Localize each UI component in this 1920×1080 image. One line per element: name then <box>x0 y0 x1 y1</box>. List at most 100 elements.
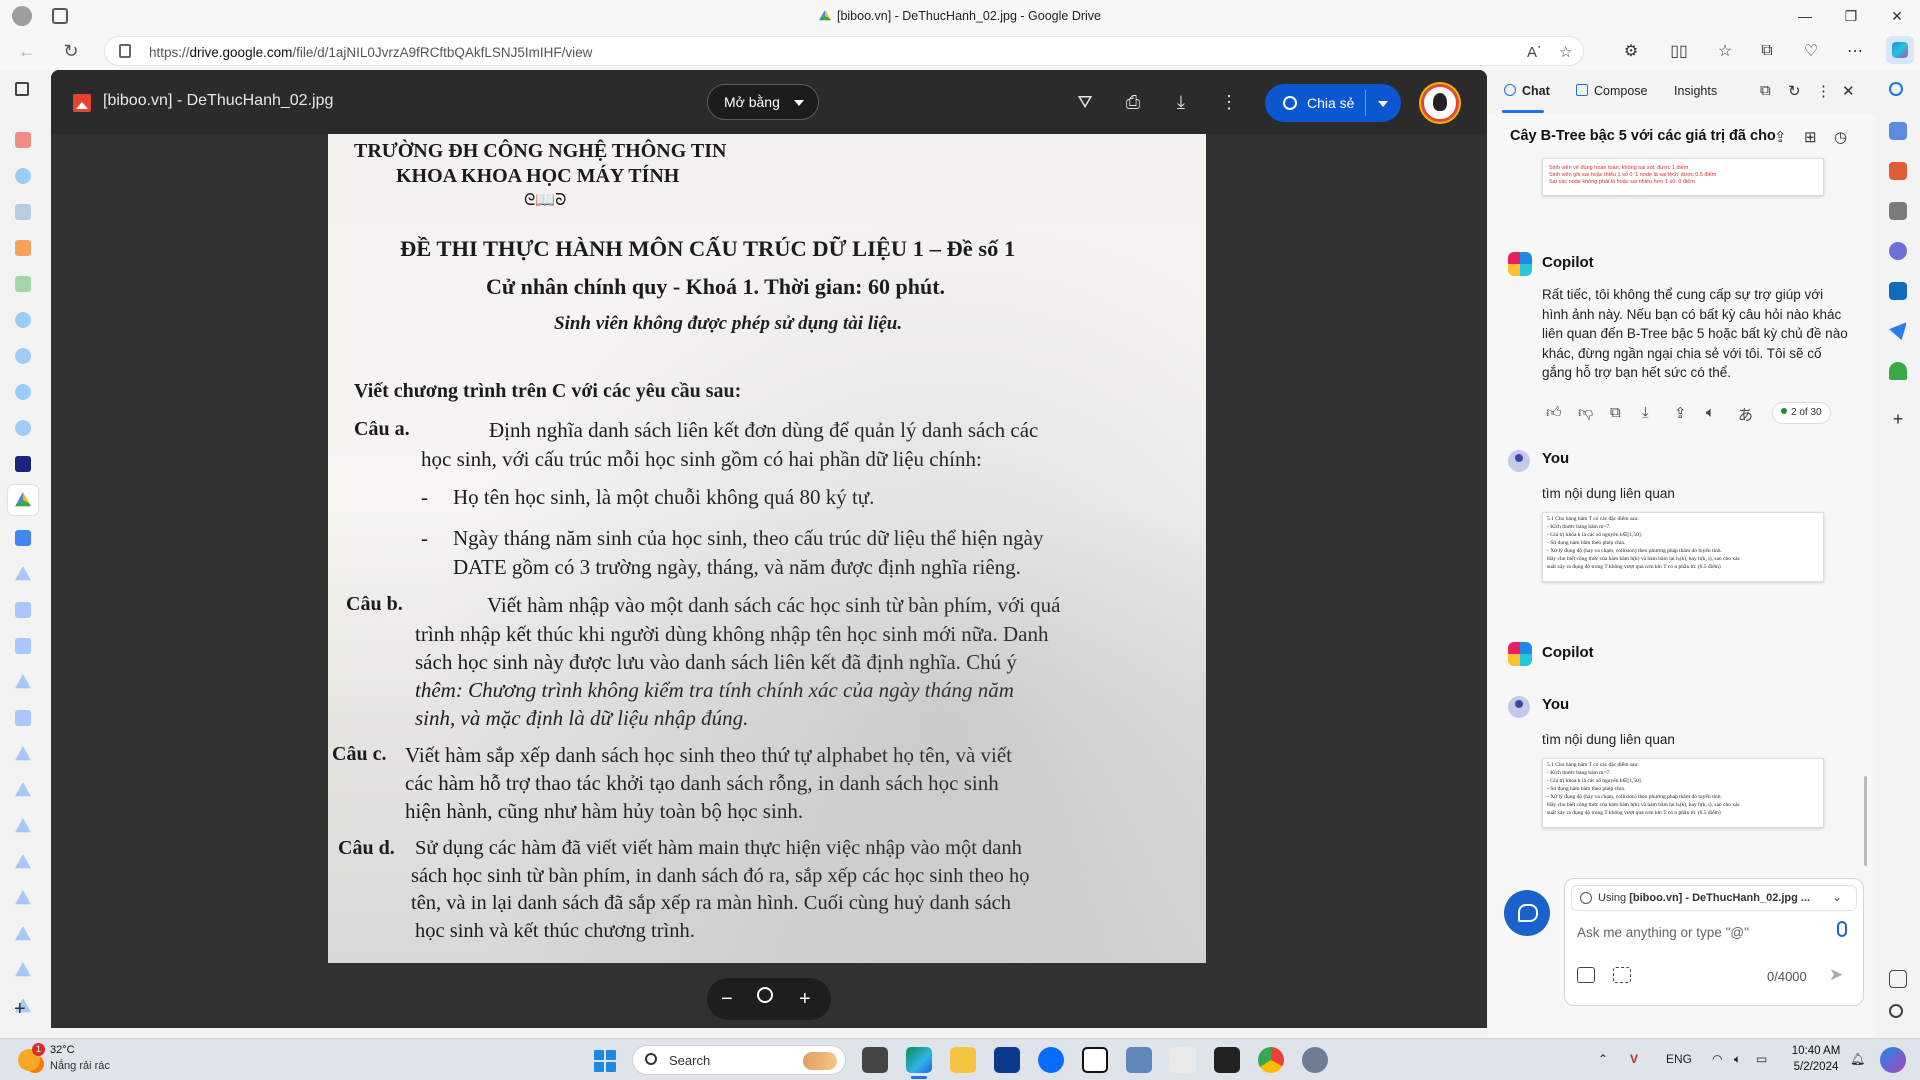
blank-app-icon[interactable] <box>1170 1047 1196 1073</box>
weather-temperature[interactable]: 32°C <box>50 1044 75 1056</box>
notifications-icon[interactable]: 🔔︎ <box>1850 1052 1865 1066</box>
add-image-icon[interactable] <box>1577 967 1595 983</box>
system-clock[interactable]: 10:40 AM 5/2/2024 <box>1786 1043 1846 1075</box>
tab-panel-icon[interactable] <box>15 82 29 96</box>
more-icon[interactable]: ⋮ <box>1816 82 1831 100</box>
thumbs-up-icon[interactable]: 👍︎ <box>1546 404 1562 422</box>
print-icon[interactable]: ⎙ <box>1121 90 1145 114</box>
plugins-icon[interactable]: ⊞ <box>1804 128 1817 146</box>
share-conversation-icon[interactable]: ⇪ <box>1774 128 1787 146</box>
tab-school-icon[interactable] <box>15 456 31 472</box>
tab-drive-icon[interactable] <box>15 782 31 797</box>
tab-drive-icon[interactable] <box>15 926 31 941</box>
language-indicator[interactable]: ENG <box>1666 1052 1692 1066</box>
tab-drive-icon[interactable] <box>15 854 31 869</box>
more-actions-icon[interactable]: ⋮ <box>1217 90 1241 114</box>
tab-docs-icon[interactable] <box>15 530 31 546</box>
thumbs-down-icon[interactable]: 👎︎ <box>1578 404 1593 422</box>
share-dropdown-icon[interactable] <box>1378 101 1388 107</box>
tab-insights[interactable]: Insights <box>1674 84 1717 98</box>
hide-sidebar-icon[interactable] <box>1889 970 1907 988</box>
tab-chat[interactable]: Chat <box>1504 84 1550 98</box>
attached-image-thumbnail[interactable]: Sinh viên vẽ đúng hoàn toàn, không sai s… <box>1542 158 1824 196</box>
chat-input[interactable]: Ask me anything or type "@" <box>1577 925 1749 940</box>
tab-page-icon[interactable] <box>15 276 31 292</box>
copilot-taskbar-icon[interactable] <box>1880 1047 1906 1073</box>
history-icon[interactable]: ◷ <box>1834 128 1847 146</box>
tab-youtube-icon[interactable] <box>15 132 31 148</box>
new-topic-button[interactable] <box>1504 890 1550 936</box>
edge-icon[interactable] <box>906 1047 932 1073</box>
tab-drive-icon[interactable] <box>15 674 31 689</box>
export-icon[interactable]: ⤓ <box>1642 404 1649 421</box>
tab-drive-icon[interactable] <box>15 746 31 761</box>
tab-search-icon[interactable] <box>15 348 31 364</box>
zoom-fit-icon[interactable] <box>757 987 773 1003</box>
shopping-icon[interactable] <box>1889 122 1907 140</box>
wifi-icon[interactable]: ◠ <box>1712 1052 1722 1066</box>
download-icon[interactable]: ⤓ <box>1169 90 1193 114</box>
taskbar-search[interactable]: Search <box>632 1045 846 1075</box>
collections-icon[interactable]: ⧉ <box>1756 40 1778 62</box>
site-info-icon[interactable] <box>119 44 131 58</box>
dev-app-icon[interactable] <box>994 1047 1020 1073</box>
outlook-icon[interactable] <box>1889 282 1907 300</box>
tab-j-icon[interactable] <box>15 240 31 256</box>
screenshot-icon[interactable] <box>1613 967 1631 983</box>
performance-icon[interactable]: ♡ <box>1800 40 1822 62</box>
restore-button[interactable]: ❐ <box>1828 0 1874 32</box>
minimize-button[interactable]: — <box>1782 0 1828 32</box>
tab-link-icon[interactable] <box>15 204 31 220</box>
add-app-icon[interactable]: + <box>1889 410 1907 428</box>
notion-icon[interactable] <box>1082 1047 1108 1073</box>
copy-icon[interactable]: ⧉ <box>1610 404 1621 421</box>
settings-icon[interactable] <box>1889 1004 1903 1018</box>
zalo-icon[interactable] <box>1038 1047 1064 1073</box>
open-with-button[interactable]: Mở bằng <box>707 84 819 120</box>
more-options-icon[interactable]: ⋯ <box>1844 40 1866 62</box>
weather-description[interactable]: Nắng rải rác <box>50 1060 110 1072</box>
tab-search-icon[interactable] <box>15 420 31 436</box>
attached-image-thumbnail[interactable]: 5.1 Cho bảng băm T có các đặc điểm sau: … <box>1542 758 1824 828</box>
tab-docs-icon[interactable] <box>15 710 31 726</box>
search-icon[interactable] <box>1889 82 1903 96</box>
page-context-pill[interactable]: Using [biboo.vn] - DeThucHanh_02.jpg ...… <box>1571 885 1857 911</box>
url-text[interactable]: https://drive.google.com/file/d/1ajNIL0J… <box>149 45 592 60</box>
task-view-icon[interactable] <box>862 1047 888 1073</box>
refresh-icon[interactable]: ↻ <box>1788 82 1801 100</box>
send-message-icon[interactable] <box>1889 322 1907 340</box>
chat-scrollbar[interactable] <box>1864 776 1867 866</box>
translate-icon[interactable]: あ <box>1738 404 1753 425</box>
vietkey-icon[interactable]: V <box>1630 1052 1638 1066</box>
chrome-icon[interactable] <box>1258 1047 1284 1073</box>
zoom-in-button[interactable]: + <box>799 988 811 1011</box>
back-icon[interactable]: ← <box>16 40 38 62</box>
attached-image-thumbnail[interactable]: 5.1 Cho bảng băm T có các đặc điểm sau: … <box>1542 512 1824 582</box>
tree-icon[interactable] <box>1889 362 1907 380</box>
add-shortcut-icon[interactable]: ⛛ <box>1073 90 1097 114</box>
tab-drive-icon[interactable] <box>15 962 31 977</box>
settings-app-icon[interactable] <box>1302 1047 1328 1073</box>
favorite-star-icon[interactable]: ☆ <box>1559 43 1572 61</box>
refresh-icon[interactable]: ↻ <box>60 40 82 62</box>
read-aloud-icon[interactable]: 🔈︎ <box>1706 404 1715 421</box>
show-hidden-icons[interactable]: ⌃ <box>1598 1052 1608 1066</box>
notion-dark-icon[interactable] <box>1214 1047 1240 1073</box>
battery-icon[interactable]: ▭ <box>1756 1052 1767 1066</box>
tab-drive-icon[interactable] <box>15 566 31 581</box>
volume-icon[interactable]: 🔈︎ <box>1734 1052 1741 1067</box>
account-avatar[interactable] <box>1421 84 1459 122</box>
tab-search-icon[interactable] <box>15 168 31 184</box>
share-icon[interactable]: ⇪ <box>1674 404 1687 422</box>
open-in-new-icon[interactable]: ⧉ <box>1760 82 1771 99</box>
new-tab-plus-icon[interactable]: + <box>14 998 26 1021</box>
tab-docs-icon[interactable] <box>15 638 31 654</box>
send-icon[interactable]: ➤ <box>1829 965 1843 985</box>
start-button[interactable] <box>594 1050 616 1072</box>
close-sidebar-icon[interactable]: ✕ <box>1842 82 1855 100</box>
tab-drive-icon[interactable] <box>15 818 31 833</box>
tab-drive-icon[interactable] <box>15 890 31 905</box>
microsoft-365-icon[interactable] <box>1889 242 1907 260</box>
tab-compose[interactable]: Compose <box>1576 84 1648 98</box>
read-aloud-icon[interactable]: Aᐝ <box>1527 43 1541 61</box>
